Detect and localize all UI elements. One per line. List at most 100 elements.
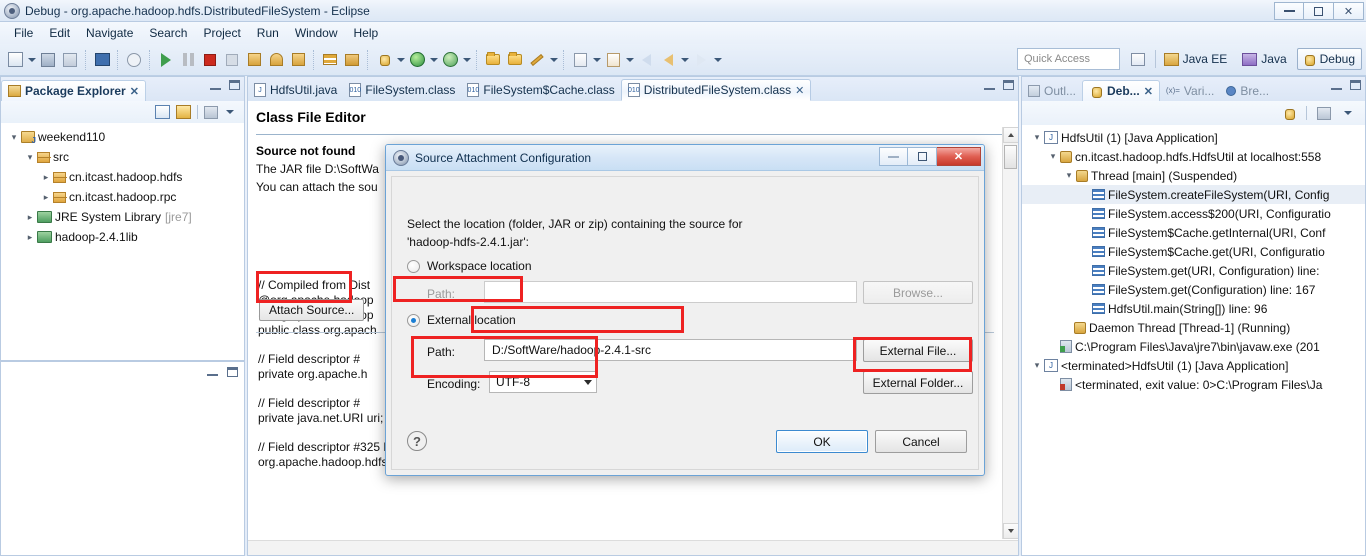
forward-dropdown-icon[interactable] <box>712 49 723 71</box>
forward-icon[interactable] <box>691 49 711 71</box>
suspend-icon[interactable] <box>178 49 198 71</box>
collapse-all-icon[interactable] <box>155 105 170 119</box>
collapse-twisty-icon[interactable]: ▸ <box>39 172 53 183</box>
external-file-button[interactable]: External File... <box>863 339 973 362</box>
tab-breakpoints[interactable]: Bre... <box>1220 80 1275 101</box>
step-over-icon[interactable] <box>266 49 286 71</box>
dialog-restore-button[interactable] <box>908 147 937 166</box>
debug-node-thread-main[interactable]: ▾ Thread [main] (Suspended) <box>1022 166 1365 185</box>
dialog-close-button[interactable]: ✕ <box>937 147 981 166</box>
editor-tab-hdfsutil-java[interactable]: J HdfsUtil.java <box>248 79 343 101</box>
minimize-icon[interactable] <box>1331 81 1342 90</box>
menu-navigate[interactable]: Navigate <box>78 24 141 42</box>
step-return-icon[interactable] <box>288 49 308 71</box>
search-dropdown-icon[interactable] <box>548 49 559 71</box>
resume-icon[interactable] <box>156 49 176 71</box>
encoding-combobox[interactable]: UTF-8 <box>489 371 597 393</box>
run-dropdown-icon[interactable] <box>428 49 439 71</box>
debug-node-stack-frame[interactable]: FileSystem$Cache.get(URI, Configuratio <box>1022 242 1365 261</box>
debug-node-stack-frame[interactable]: FileSystem.access$200(URI, Configuratio <box>1022 204 1365 223</box>
tree-item-cn-itcast-hadoop-rpc[interactable]: ▸ cn.itcast.hadoop.rpc <box>1 187 244 207</box>
workspace-location-radio[interactable]: Workspace location <box>407 259 532 273</box>
debug-launch-icon[interactable] <box>374 49 394 71</box>
editor-tab-filesystem-class[interactable]: 010 FileSystem.class <box>343 79 461 101</box>
next-annotation-dropdown-icon[interactable] <box>591 49 602 71</box>
scroll-down-icon[interactable] <box>1003 523 1018 539</box>
minimize-icon[interactable] <box>210 81 221 90</box>
disconnect-icon[interactable] <box>222 49 242 71</box>
perspective-java[interactable]: Java <box>1237 48 1293 70</box>
expand-twisty-icon[interactable]: ▾ <box>1046 151 1060 162</box>
backward-history-dropdown-icon[interactable] <box>679 49 690 71</box>
maximize-icon[interactable] <box>227 367 238 377</box>
debug-node-stack-frame[interactable]: HdfsUtil.main(String[]) line: 96 <box>1022 299 1365 318</box>
tree-item-cn-itcast-hadoop-hdfs[interactable]: ▸ cn.itcast.hadoop.hdfs <box>1 167 244 187</box>
expand-twisty-icon[interactable]: ▾ <box>1030 132 1044 143</box>
expand-twisty-icon[interactable]: ▾ <box>1062 170 1076 181</box>
ok-button[interactable]: OK <box>776 430 868 453</box>
menu-help[interactable]: Help <box>346 24 387 42</box>
perspective-debug[interactable]: Debug <box>1296 48 1362 70</box>
collapse-twisty-icon[interactable]: ▸ <box>23 232 37 243</box>
debug-node-terminated-launch[interactable]: ▾ J <terminated>HdfsUtil (1) [Java Appli… <box>1022 356 1365 375</box>
editor-tab-filesystem-cache-class[interactable]: 010 FileSystem$Cache.class <box>461 79 620 101</box>
editor-vertical-scrollbar[interactable] <box>1002 127 1018 539</box>
previous-annotation-dropdown-icon[interactable] <box>624 49 635 71</box>
maximize-icon[interactable] <box>229 80 240 90</box>
close-icon[interactable]: ✕ <box>795 84 804 97</box>
tree-item-weekend110[interactable]: ▾ weekend110 <box>1 127 244 147</box>
tab-debug[interactable]: Deb... ✕ <box>1082 80 1160 101</box>
terminate-icon[interactable] <box>200 49 220 71</box>
debug-node-stack-frame[interactable]: FileSystem.createFileSystem(URI, Config <box>1022 185 1365 204</box>
menu-edit[interactable]: Edit <box>41 24 78 42</box>
next-annotation-icon[interactable] <box>570 49 590 71</box>
cancel-button[interactable]: Cancel <box>875 430 967 453</box>
debug-node-process[interactable]: C:\Program Files\Java\jre7\bin\javaw.exe… <box>1022 337 1365 356</box>
window-close-button[interactable]: ✕ <box>1334 2 1364 20</box>
step-into-icon[interactable] <box>244 49 264 71</box>
maximize-icon[interactable] <box>1350 80 1361 90</box>
quick-access-input[interactable]: Quick Access <box>1017 48 1120 70</box>
menu-run[interactable]: Run <box>249 24 287 42</box>
minimize-icon[interactable] <box>207 367 218 376</box>
view-menu-icon[interactable] <box>1317 106 1331 120</box>
tree-item-jre-system-library[interactable]: ▸ JRE System Library [jre7] <box>1 207 244 227</box>
window-restore-button[interactable] <box>1304 2 1334 20</box>
workspace-path-input[interactable] <box>484 281 857 303</box>
open-perspective-button[interactable] <box>1126 48 1152 70</box>
expand-twisty-icon[interactable]: ▾ <box>7 132 21 143</box>
dialog-minimize-button[interactable] <box>879 147 908 166</box>
scroll-up-icon[interactable] <box>1003 127 1018 143</box>
console-icon[interactable] <box>92 49 112 71</box>
external-tools-icon[interactable] <box>440 49 460 71</box>
browse-button[interactable]: Browse... <box>863 281 973 304</box>
help-button[interactable]: ? <box>407 431 427 451</box>
drop-to-frame-icon[interactable] <box>320 49 340 71</box>
menu-window[interactable]: Window <box>287 24 346 42</box>
view-dropdown-icon[interactable] <box>1341 102 1355 124</box>
new-icon[interactable] <box>5 49 25 71</box>
debug-node-stack-frame[interactable]: FileSystem.get(Configuration) line: 167 <box>1022 280 1365 299</box>
new-dropdown-icon[interactable] <box>26 49 37 71</box>
window-minimize-button[interactable] <box>1274 2 1304 20</box>
debug-node-stack-frame[interactable]: FileSystem.get(URI, Configuration) line: <box>1022 261 1365 280</box>
perspective-java-ee[interactable]: Java EE <box>1159 48 1235 70</box>
use-step-filters-icon[interactable] <box>342 49 362 71</box>
editor-tab-distributedfilesystem-class[interactable]: 010 DistributedFileSystem.class ✕ <box>620 79 812 101</box>
close-icon[interactable]: ✕ <box>130 85 139 98</box>
debug-node-daemon-thread[interactable]: Daemon Thread [Thread-1] (Running) <box>1022 318 1365 337</box>
debug-node-hdfsutil-launch[interactable]: ▾ J HdfsUtil (1) [Java Application] <box>1022 128 1365 147</box>
tab-variables[interactable]: (x)= Vari... <box>1160 80 1220 101</box>
new-java-package-icon[interactable] <box>483 49 503 71</box>
search-icon[interactable] <box>527 49 547 71</box>
tab-outline[interactable]: Outl... <box>1022 80 1082 101</box>
minimize-icon[interactable] <box>984 81 995 90</box>
open-type-icon[interactable] <box>505 49 525 71</box>
maximize-icon[interactable] <box>1003 80 1014 90</box>
editor-horizontal-scrollbar[interactable] <box>248 540 1018 555</box>
menu-search[interactable]: Search <box>141 24 195 42</box>
collapse-twisty-icon[interactable]: ▸ <box>39 192 53 203</box>
view-dropdown-icon[interactable] <box>224 101 236 123</box>
attach-source-button[interactable]: Attach Source... <box>259 299 365 321</box>
back-icon[interactable] <box>636 49 656 71</box>
